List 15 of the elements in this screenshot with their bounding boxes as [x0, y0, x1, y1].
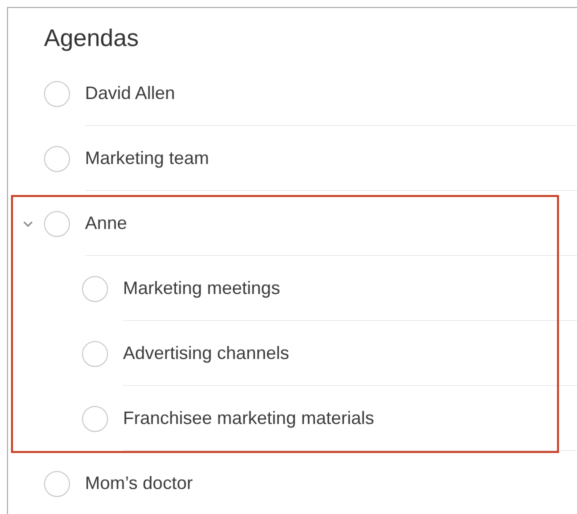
agenda-label[interactable]: Anne: [85, 210, 128, 236]
agenda-label[interactable]: Advertising channels: [123, 340, 290, 366]
checkbox[interactable]: [44, 146, 70, 172]
agenda-label[interactable]: Franchisee marketing materials: [123, 404, 374, 432]
checkbox[interactable]: [82, 406, 108, 432]
agenda-label[interactable]: Marketing team: [85, 144, 210, 172]
checkbox[interactable]: [44, 210, 70, 236]
checkbox[interactable]: [44, 470, 70, 496]
page-title: Agendas: [44, 25, 139, 52]
agenda-label[interactable]: Mom’s doctor: [85, 470, 193, 496]
checkbox[interactable]: [82, 276, 108, 302]
agenda-label[interactable]: Marketing meetings: [123, 274, 280, 302]
agenda-label[interactable]: David Allen: [85, 80, 176, 106]
checkbox[interactable]: [44, 80, 70, 106]
checkbox[interactable]: [82, 340, 108, 366]
